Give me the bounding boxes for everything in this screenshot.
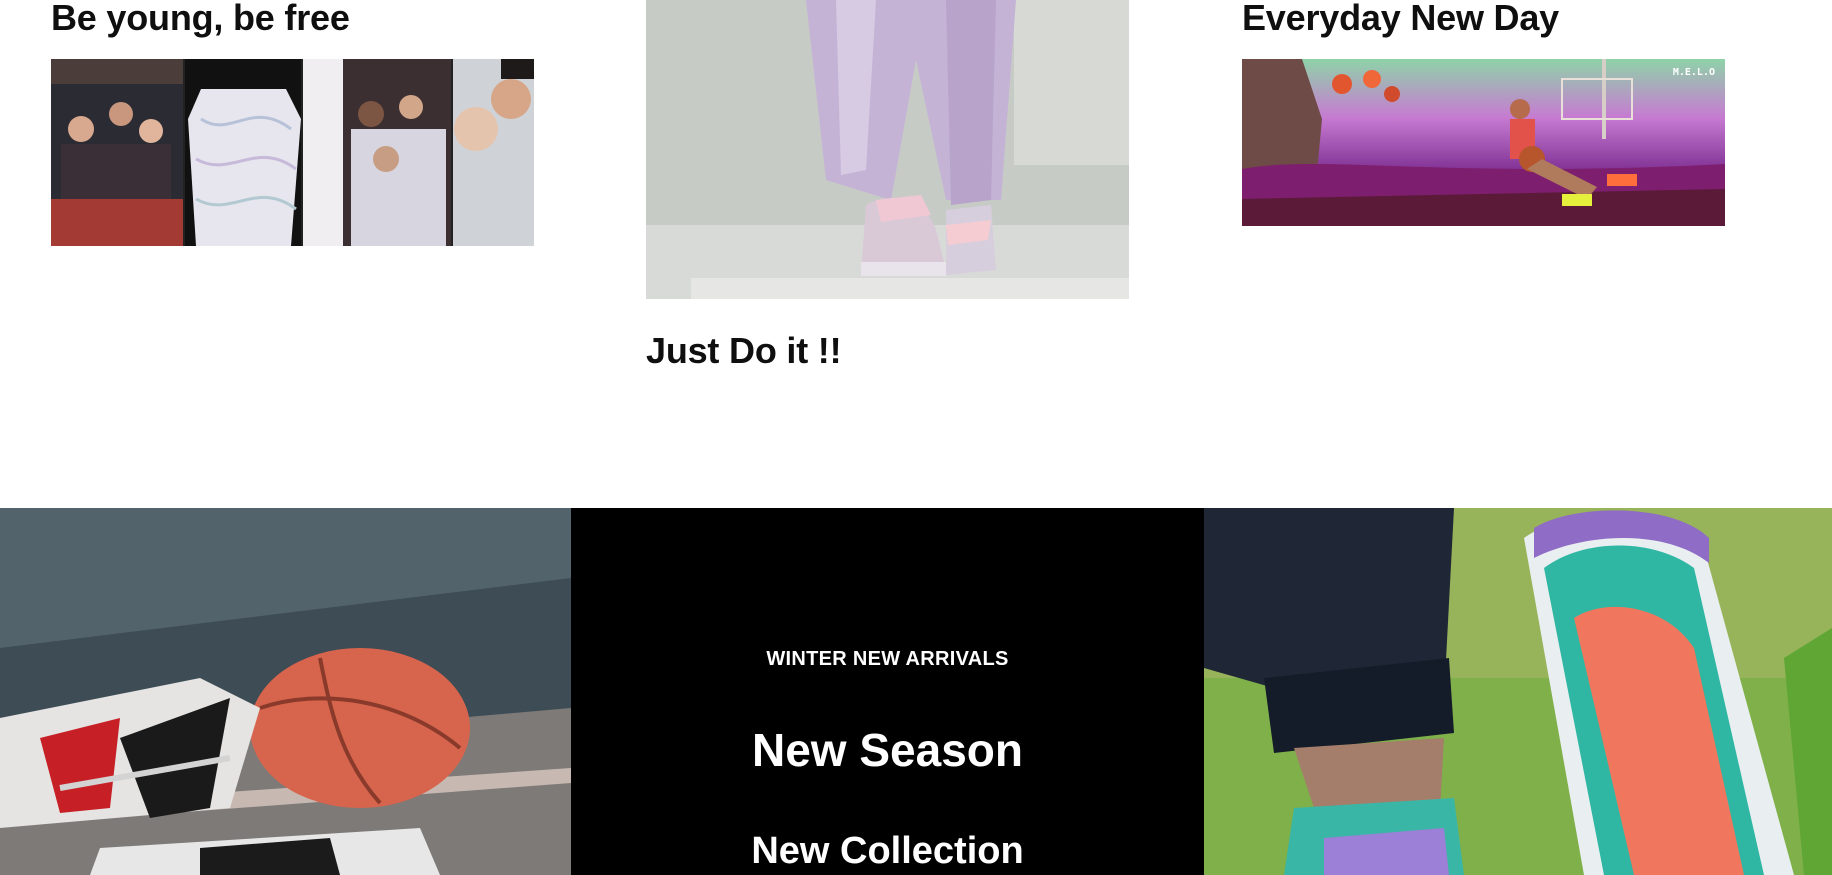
- column-title-just-do-it: Just Do it !!: [646, 330, 842, 371]
- fantasy-scene-image[interactable]: M.E.L.O: [1242, 59, 1725, 226]
- banner-left-image: [0, 508, 571, 875]
- column-title-be-young: Be young, be free: [51, 0, 350, 38]
- winter-banner: WINTER NEW ARRIVALS New Season New Colle…: [0, 508, 1832, 875]
- sneaker-image[interactable]: [646, 0, 1129, 299]
- runner-sneaker-illustration: [1204, 508, 1832, 875]
- basketball-sneaker-illustration: [0, 508, 571, 875]
- collage-image[interactable]: [51, 59, 534, 246]
- fantasy-illustration: [1242, 59, 1725, 226]
- banner-right-image: [1204, 508, 1832, 875]
- collage-illustration: [51, 59, 534, 246]
- image-badge-melo: M.E.L.O: [1672, 67, 1715, 78]
- column-title-everyday: Everyday New Day: [1242, 0, 1559, 38]
- banner-headline: New Season: [752, 724, 1023, 776]
- banner-subhead: New Collection: [751, 830, 1024, 872]
- banner-copy-panel: WINTER NEW ARRIVALS New Season New Colle…: [571, 508, 1204, 875]
- banner-eyebrow: WINTER NEW ARRIVALS: [766, 648, 1009, 670]
- sneaker-illustration: [646, 0, 1129, 299]
